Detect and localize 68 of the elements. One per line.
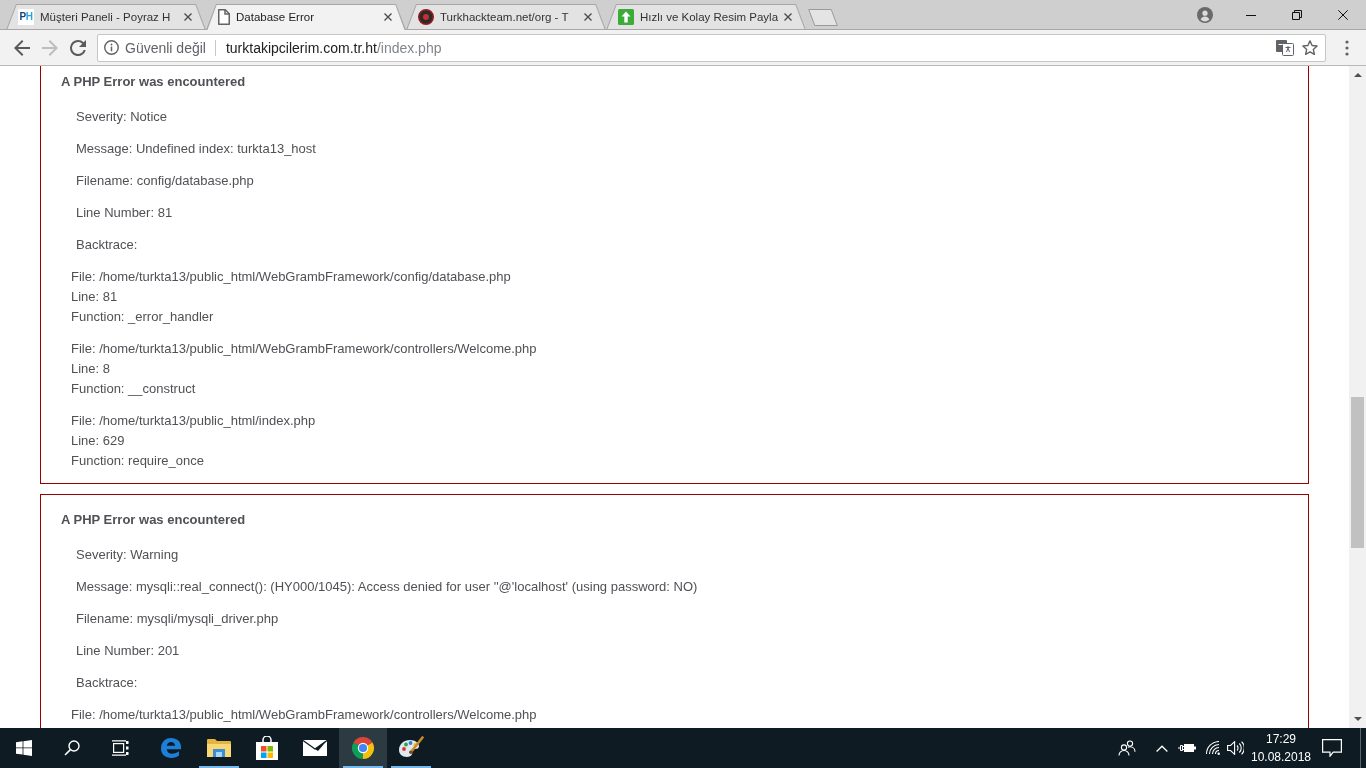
translate-icon[interactable]: [1276, 39, 1294, 56]
scroll-up-icon[interactable]: [1353, 73, 1362, 77]
backtrace-line: Line: 81: [71, 288, 118, 306]
error-heading: A PHP Error was encountered: [61, 511, 246, 529]
backtrace-line: File: /home/turkta13/public_html/index.php: [71, 412, 316, 430]
speaker-icon[interactable]: [1226, 741, 1244, 755]
chrome-logo-icon[interactable]: [351, 736, 375, 760]
paint-palette-icon[interactable]: [398, 736, 424, 760]
security-label: Güvenli değil: [125, 39, 206, 56]
close-icon[interactable]: [1338, 10, 1348, 20]
up-arrow-icon: [618, 9, 634, 25]
backtrace-line: Line: 8: [71, 360, 111, 378]
browser-tab[interactable]: PH Müşteri Paneli - Poyraz H: [6, 4, 206, 30]
chevron-up-icon[interactable]: [1156, 744, 1168, 752]
browser-tab[interactable]: Database Error: [206, 4, 406, 30]
people-icon[interactable]: [1118, 740, 1136, 756]
document-icon: [218, 9, 230, 25]
backtrace-line: File: /home/turkta13/public_html/WebGrambFramework/controllers/Welcome.php: [71, 706, 537, 724]
minimize-icon[interactable]: [1246, 14, 1256, 16]
shopping-bag-icon[interactable]: [256, 736, 278, 760]
menu-icon[interactable]: [1345, 39, 1349, 56]
site-logo: PH: [18, 9, 34, 25]
scrollbar-thumb[interactable]: [1351, 397, 1364, 548]
error-detail-text: Severity: Notice: [76, 108, 168, 126]
backtrace-line: Function: __construct: [71, 380, 196, 398]
backtrace-line: Line: 629: [71, 432, 125, 450]
error-detail-text: Message: Undefined index: turkta13_host: [76, 140, 316, 158]
reload-icon[interactable]: [70, 39, 86, 56]
close-icon[interactable]: [184, 13, 192, 21]
backtrace-line: Function: require_once: [71, 452, 204, 470]
close-icon[interactable]: [584, 13, 592, 21]
back-arrow-icon[interactable]: [14, 39, 30, 56]
scroll-down-icon[interactable]: [1353, 717, 1362, 721]
url-text: turktakipcilerim.com.tr.ht/index.php: [225, 39, 442, 56]
envelope-icon[interactable]: [303, 740, 327, 756]
info-icon[interactable]: [104, 40, 119, 55]
backtrace-line: Function: _error_handler: [71, 308, 214, 326]
error-detail-text: Filename: mysqli/mysqli_driver.php: [76, 610, 279, 628]
star-icon[interactable]: [1302, 39, 1318, 56]
windows-logo-icon[interactable]: [16, 740, 32, 756]
error-detail-text: Line Number: 201: [76, 642, 180, 660]
close-icon[interactable]: [784, 13, 793, 21]
notification-icon[interactable]: [1322, 739, 1342, 757]
error-detail-text: Message: mysqli::real_connect(): (HY000/1045): Access denied for user ''@'localhost' (using password: NO): [76, 578, 698, 596]
address-bar[interactable]: Güvenli değil turktakipcilerim.com.tr.ht/index.php: [97, 33, 1326, 62]
browser-tab[interactable]: Hızlı ve Kolay Resim Payla: [606, 4, 806, 30]
backtrace-line: File: /home/turkta13/public_html/WebGrambFramework/config/database.php: [71, 268, 511, 286]
search-icon[interactable]: [64, 740, 80, 756]
scrollbar[interactable]: [1349, 66, 1366, 728]
error-heading: A PHP Error was encountered: [61, 73, 246, 91]
clock-button[interactable]: 17:29 10.08.2018: [1250, 728, 1312, 768]
battery-icon[interactable]: [1178, 743, 1196, 753]
error-detail-text: Line Number: 81: [76, 204, 173, 222]
edge-logo-icon[interactable]: [160, 737, 182, 759]
error-detail-text: Severity: Warning: [76, 546, 179, 564]
error-detail-text: Backtrace:: [76, 236, 138, 254]
person-icon[interactable]: [1197, 7, 1213, 23]
round-logo-icon: [418, 9, 434, 25]
backtrace-line: File: /home/turkta13/public_html/WebGrambFramework/controllers/Welcome.php: [71, 340, 537, 358]
wifi-icon[interactable]: [1204, 741, 1220, 755]
restore-icon[interactable]: [1292, 10, 1302, 20]
taskbar-app-button[interactable]: [339, 728, 387, 768]
error-detail-text: Backtrace:: [76, 674, 138, 692]
error-detail-text: Filename: config/database.php: [76, 172, 254, 190]
close-icon[interactable]: [384, 13, 392, 21]
browser-tab[interactable]: Turkhackteam.net/org - T: [406, 4, 606, 30]
task-view-icon[interactable]: [111, 740, 129, 756]
folder-icon[interactable]: [207, 738, 231, 758]
